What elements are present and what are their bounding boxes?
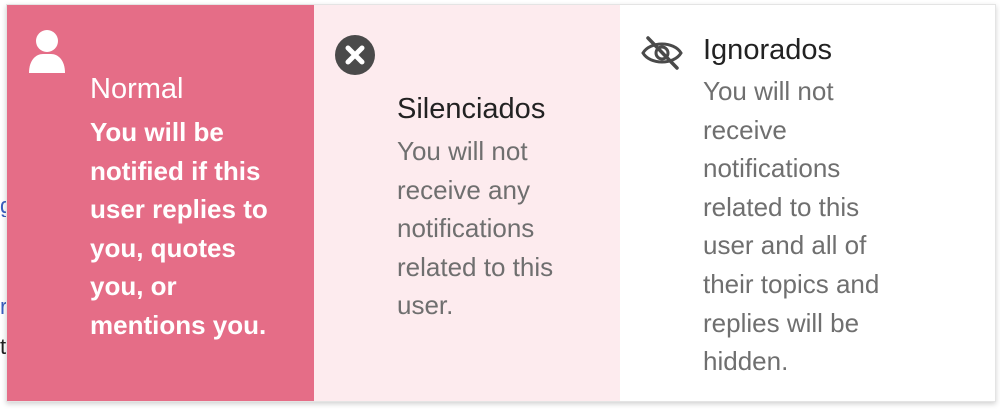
times-circle-icon [335, 35, 375, 75]
option-ignored[interactable]: Ignorados You will not receive notificat… [620, 5, 995, 401]
user-icon [29, 30, 65, 73]
option-description: You will not receive notifications relat… [703, 76, 880, 377]
option-normal[interactable]: Normal You will be notified if this user… [7, 5, 314, 401]
option-description: You will be notified if this user replie… [90, 117, 268, 340]
option-title: Ignorados [703, 34, 832, 66]
option-title: Normal [90, 73, 184, 105]
page: g r t Normal You will be notified if thi… [0, 0, 1000, 409]
notification-level-menu: Normal You will be notified if this user… [6, 4, 996, 402]
option-description: You will not receive any notifications r… [397, 136, 554, 321]
eye-slash-icon [641, 36, 683, 70]
option-title: Silenciados [397, 93, 546, 125]
option-silenced[interactable]: Silenciados You will not receive any not… [314, 5, 620, 401]
